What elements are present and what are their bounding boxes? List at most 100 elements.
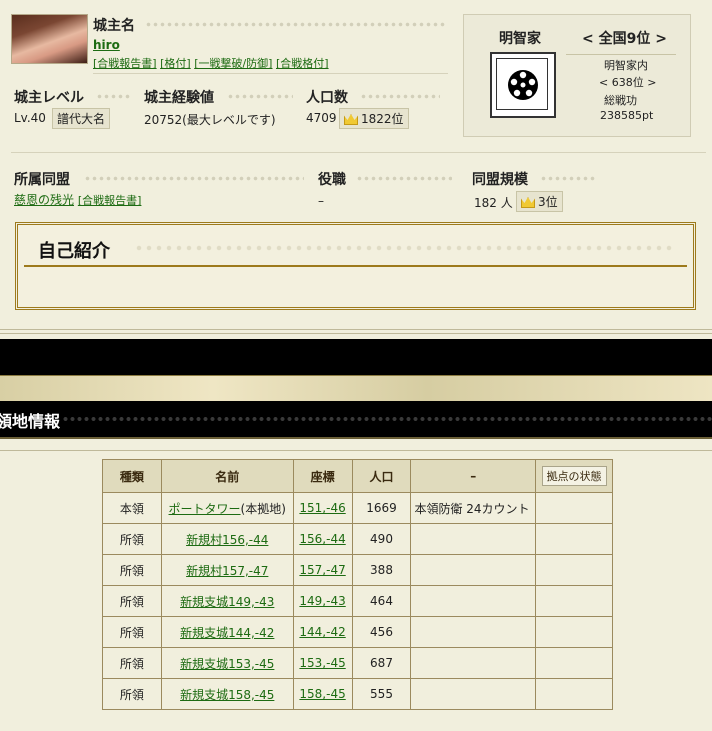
territory-name-link[interactable]: 新規村157,-47: [186, 564, 268, 578]
population-value: 456: [370, 625, 393, 639]
territory-name-link[interactable]: 新規支城153,-45: [180, 657, 274, 671]
divider: [11, 152, 706, 153]
population-label: 人口数: [306, 90, 348, 106]
population-value: 4709: [306, 111, 337, 125]
level-label: 城主レベル: [14, 90, 84, 106]
alliance-report-link[interactable]: [合戦報告書]: [78, 194, 142, 207]
table-row: 所領 新規村156,-44 156,-44 490: [102, 523, 613, 555]
cell-type: 本領: [102, 492, 162, 524]
territory-name-link[interactable]: 新規村156,-44: [186, 533, 268, 547]
cell-extra: 本領防衛 24カウント: [410, 492, 537, 524]
cell-name: 新規支城153,-45: [160, 647, 294, 679]
cell-status: [535, 523, 613, 555]
crown-icon: [344, 114, 358, 125]
merit-label: 総戦功: [604, 94, 637, 107]
rank-next-icon[interactable]: >: [655, 31, 667, 47]
cell-status: [535, 647, 613, 679]
cell-coord: 157,-47: [292, 554, 353, 586]
cell-status: [535, 492, 613, 524]
level-value: Lv.40: [14, 111, 46, 125]
rank-prev-icon[interactable]: <: [582, 31, 594, 47]
coord-link[interactable]: 156,-44: [299, 532, 345, 546]
col-name: 名前: [160, 459, 294, 493]
merit-value: 238585pt: [600, 109, 654, 122]
role-label: 役職: [318, 172, 346, 188]
self-intro-box: 自己紹介: [15, 222, 696, 310]
banner-gold: [0, 375, 712, 402]
battle-rating-link[interactable]: [合戦格付]: [276, 57, 329, 70]
type-value: 所領: [119, 563, 144, 578]
coord-link[interactable]: 144,-42: [299, 625, 345, 639]
cell-population: 456: [351, 616, 412, 648]
population-value: 1669: [366, 501, 397, 515]
divider: [356, 174, 452, 182]
alliance-scale-rank: 3位: [516, 191, 563, 212]
cell-status: [535, 616, 613, 648]
type-value: 本領: [119, 501, 144, 516]
cell-population: 687: [351, 647, 412, 679]
cell-population: 490: [351, 523, 412, 555]
cell-type: 所領: [102, 647, 162, 679]
cell-type: 所領: [102, 523, 162, 555]
territory-name-link[interactable]: 新規支城144,-42: [180, 626, 274, 640]
coord-link[interactable]: 157,-47: [299, 563, 345, 577]
coord-link[interactable]: 153,-45: [299, 656, 345, 670]
coord-link[interactable]: 158,-45: [299, 687, 345, 701]
exp-value: 20752(最大レベルです): [144, 113, 276, 127]
territory-suffix: (本拠地): [240, 501, 286, 516]
national-rank: < 全国9位 >: [582, 28, 667, 48]
national-rank-value: 全国9位: [598, 31, 651, 47]
divider: [227, 92, 293, 100]
population-value: 490: [370, 532, 393, 546]
cell-name: 新規支城158,-45: [160, 678, 294, 710]
kill-defense-link[interactable]: [一戦撃破/防御]: [194, 57, 272, 70]
cell-name: 新規支城149,-43: [160, 585, 294, 617]
cell-coord: 158,-45: [292, 678, 353, 710]
cell-coord: 149,-43: [292, 585, 353, 617]
clan-crest: [490, 52, 556, 118]
territory-table: 種類 名前 座標 人口 – 拠点の状態 本領 ポートタワー(本拠地) 151,-46…: [102, 459, 613, 710]
rating-link[interactable]: [格付]: [160, 57, 191, 70]
profile-links: [合戦報告書] [格付] [一戦撃破/防御] [合戦格付]: [93, 55, 329, 71]
col-population: 人口: [351, 459, 412, 493]
territory-name-link[interactable]: ポートタワー: [169, 502, 241, 516]
table-row: 所領 新規支城149,-43 149,-43 464: [102, 585, 613, 617]
username-link[interactable]: hiro: [93, 38, 120, 52]
territory-name-link[interactable]: 新規支城158,-45: [180, 688, 274, 702]
population-rank: 1822位: [339, 108, 409, 129]
alliance-name-link[interactable]: 慈恩の残光: [14, 193, 74, 207]
cell-coord: 153,-45: [292, 647, 353, 679]
cell-population: 555: [351, 678, 412, 710]
alliance-scale-value: 182 人: [474, 196, 513, 210]
cell-extra: [410, 585, 537, 617]
coord-link[interactable]: 151,-46: [299, 501, 345, 515]
cell-type: 所領: [102, 585, 162, 617]
territory-title: 領地情報: [0, 412, 61, 431]
cell-population: 464: [351, 585, 412, 617]
exp-label: 城主経験値: [144, 90, 214, 106]
divider: [134, 243, 674, 253]
bellflower-crest-icon: [508, 70, 538, 100]
coord-link[interactable]: 149,-43: [299, 594, 345, 608]
cell-coord: 151,-46: [292, 492, 353, 524]
table-row: 本領 ポートタワー(本拠地) 151,-46 1669 本領防衛 24カウント: [102, 492, 613, 524]
cell-name: 新規村157,-47: [160, 554, 294, 586]
rank-badge: 譜代大名: [52, 108, 111, 129]
type-value: 所領: [119, 594, 144, 609]
cell-coord: 144,-42: [292, 616, 353, 648]
extra-value: 本領防衛 24カウント: [414, 501, 530, 516]
divider: [0, 450, 712, 453]
territory-name-link[interactable]: 新規支城149,-43: [180, 595, 274, 609]
self-intro-title: 自己紹介: [38, 241, 110, 262]
self-intro-header: 自己紹介: [24, 231, 687, 267]
crown-icon: [521, 197, 535, 208]
clan-internal-label: 明智家内: [604, 59, 648, 72]
population-value: 388: [370, 563, 393, 577]
base-status-button[interactable]: 拠点の状態: [541, 466, 607, 486]
cell-extra: [410, 616, 537, 648]
divider: [96, 92, 132, 100]
battle-report-link[interactable]: [合戦報告書]: [93, 57, 157, 70]
population-value: 687: [370, 656, 393, 670]
castle-lord-name-label: 城主名: [93, 18, 135, 34]
type-value: 所領: [119, 532, 144, 547]
